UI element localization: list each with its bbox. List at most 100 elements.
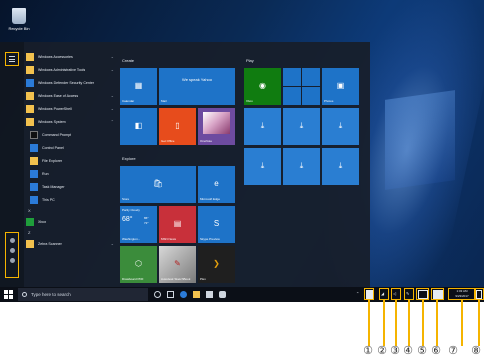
tile-mail[interactable]: We speak Yahoo Mail: [159, 68, 235, 105]
weather-condition: Partly Cloudy: [122, 208, 140, 212]
tile-placeholder[interactable]: ⤓: [283, 148, 320, 185]
tile-get-office[interactable]: ▯ Get Office: [159, 108, 196, 145]
tile-onenote[interactable]: OneNote: [198, 108, 235, 145]
tile-label: Drawboard PDF: [122, 277, 144, 281]
list-item-label: Xbox: [38, 219, 47, 224]
list-item-label: Control Panel: [42, 145, 64, 150]
hamburger-icon: [9, 56, 15, 57]
tile-label: Photos: [324, 99, 334, 103]
list-item-label: Windows Ease of Access: [38, 93, 79, 98]
tile-label: Get Office: [161, 139, 175, 143]
rail-power-group: [5, 232, 19, 278]
list-item[interactable]: Windows Ease of Access ⌄: [26, 89, 114, 102]
store-icon: 🛍︎: [152, 178, 164, 188]
list-item-label: Zebra Scanner: [38, 241, 62, 246]
callout-box: [416, 288, 429, 300]
expand-menu-button[interactable]: [5, 52, 19, 66]
user-account-icon[interactable]: [9, 238, 15, 243]
list-item[interactable]: Windows Administrative Tools ⌄: [26, 63, 114, 76]
computer-icon: [30, 195, 38, 204]
tile-news[interactable]: ▤ MSN News: [159, 206, 196, 243]
calendar-icon: ▦: [134, 80, 143, 90]
search-icon: [22, 292, 27, 297]
camera-small-tile[interactable]: [302, 87, 320, 105]
search-box[interactable]: Type here to search: [18, 288, 148, 301]
tile-calendar[interactable]: ▦ Calendar: [120, 68, 157, 105]
list-item[interactable]: File Explorer: [26, 154, 114, 167]
chevron-down-icon: ⌄: [110, 93, 114, 98]
tile-label: MSN News: [161, 237, 177, 241]
tile-drawboard[interactable]: ⬡ Drawboard PDF: [120, 246, 157, 283]
list-item-label: Windows Administrative Tools: [38, 67, 86, 72]
weather-high: 86°: [144, 216, 149, 220]
start-button[interactable]: [4, 290, 13, 299]
list-item[interactable]: Windows Accessories ⌄: [26, 50, 114, 63]
tile-edge[interactable]: e Microsoft Edge: [198, 166, 235, 203]
hamburger-icon-line: [9, 61, 15, 62]
edge-icon[interactable]: [180, 291, 187, 298]
windows-icon-pane: [4, 295, 8, 299]
tile-sketchbook[interactable]: ✎ Autodesk SketchBook: [159, 246, 196, 283]
tile-store[interactable]: 🛍︎ Store: [120, 166, 196, 203]
list-item[interactable]: Run: [26, 167, 114, 180]
recycle-bin[interactable]: Recycle Bin: [5, 8, 33, 31]
list-item[interactable]: Windows System ⌃: [26, 115, 114, 128]
tile-placeholder[interactable]: ⤓: [322, 148, 359, 185]
tile-placeholder[interactable]: ⤓: [244, 108, 281, 145]
tile-placeholder[interactable]: ⤓: [283, 108, 320, 145]
app-icon: ◧: [134, 120, 143, 130]
mail-icon[interactable]: [219, 291, 226, 298]
list-item[interactable]: Task Manager: [26, 180, 114, 193]
tile-photos[interactable]: ▣ Photos: [322, 68, 359, 105]
list-item-label: Windows Accessories: [38, 54, 73, 59]
settings-icon[interactable]: [9, 248, 15, 253]
callout-number: ②: [376, 345, 388, 358]
drawboard-icon: ⬡: [135, 258, 142, 268]
section-letter[interactable]: X: [26, 206, 114, 215]
tile-placeholder[interactable]: ⤓: [322, 108, 359, 145]
list-item[interactable]: Zebra Scanner ⌄: [26, 237, 114, 250]
tile-xbox[interactable]: ◉ Xbox: [244, 68, 281, 105]
tile-skype[interactable]: S Skype Preview: [198, 206, 235, 243]
chevron-down-icon: ⌄: [110, 241, 114, 246]
tile-label: Microsoft Edge: [200, 197, 221, 201]
file-explorer-icon[interactable]: [193, 291, 200, 298]
download-icon: ⤓: [338, 160, 343, 170]
folder-icon: [26, 104, 34, 113]
tile-whiteboard[interactable]: ◧: [120, 108, 157, 145]
group-title-play: Play: [246, 58, 254, 63]
tile-weather[interactable]: Partly Cloudy 68° 86° 72° Washington...: [120, 206, 157, 243]
movies-small-tile[interactable]: [283, 68, 301, 86]
task-view-icon[interactable]: [167, 291, 174, 298]
groove-small-tile[interactable]: [302, 68, 320, 86]
chevron-down-icon: ⌄: [110, 54, 114, 59]
tile-placeholder[interactable]: ⤓: [244, 148, 281, 185]
tile-image: [203, 112, 230, 134]
xbox-icon: ◉: [259, 80, 266, 90]
cortana-icon[interactable]: [154, 291, 161, 298]
list-item[interactable]: Command Prompt: [26, 128, 114, 141]
callout-box: [379, 288, 389, 300]
photos-icon: ▣: [336, 80, 345, 90]
folder-icon: [26, 239, 34, 248]
download-icon: ⤓: [299, 120, 304, 130]
list-item[interactable]: Control Panel: [26, 141, 114, 154]
tile-label: Store: [122, 197, 130, 201]
list-item[interactable]: Windows PowerShell ⌄: [26, 102, 114, 115]
calculator-small-tile[interactable]: [283, 87, 301, 105]
callout-box: [404, 288, 414, 300]
list-item[interactable]: Xbox: [26, 215, 114, 228]
store-icon[interactable]: [206, 291, 213, 298]
list-item[interactable]: Windows Defender Security Center: [26, 76, 114, 89]
xbox-icon: [26, 217, 34, 226]
app-list: Windows Accessories ⌄ Windows Administrat…: [26, 50, 114, 250]
start-rail: [0, 42, 24, 287]
power-icon[interactable]: [9, 258, 15, 263]
edge-icon: e: [214, 178, 219, 188]
chevron-up-icon[interactable]: ⌃: [356, 291, 359, 296]
chevron-down-icon: ⌄: [110, 67, 114, 72]
tile-plex[interactable]: ❯ Plex: [198, 246, 235, 283]
section-letter[interactable]: Z: [26, 228, 114, 237]
plex-icon: ❯: [213, 258, 220, 268]
list-item[interactable]: This PC: [26, 193, 114, 206]
